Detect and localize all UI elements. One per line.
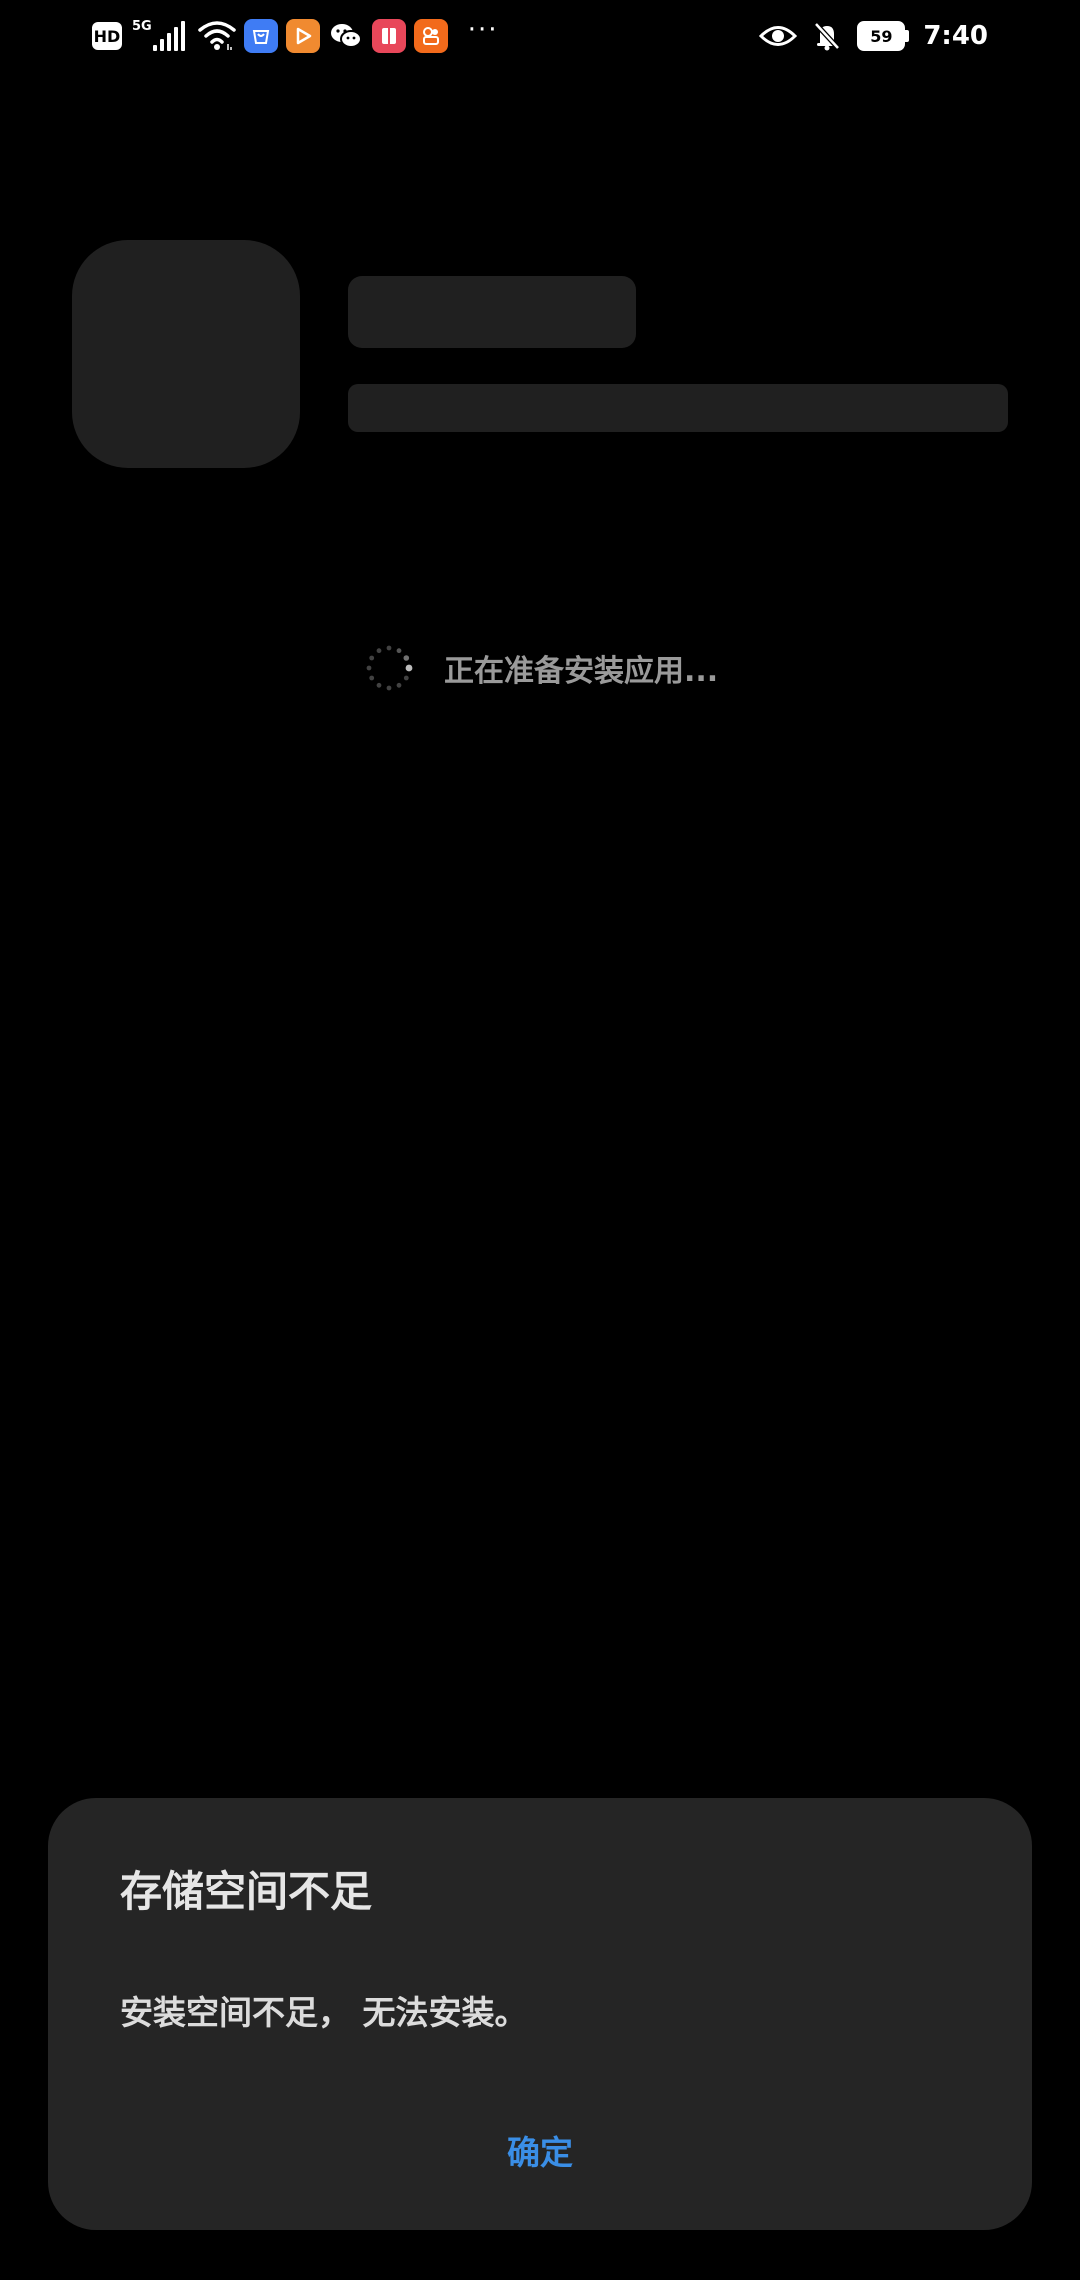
reader-app-icon xyxy=(371,19,406,53)
wechat-icon xyxy=(328,19,364,53)
network-type: 5G xyxy=(132,18,152,34)
dialog-title: 存储空间不足 xyxy=(120,1867,373,1916)
loading-text: 正在准备安装应用... xyxy=(444,654,719,689)
status-bar: HD 5G ··· 59 7:40 xyxy=(0,0,1080,72)
status-clock: 7:40 xyxy=(923,21,988,51)
dialog-message: 安装空间不足， 无法安装。 xyxy=(120,1993,528,2032)
battery-icon: 59 xyxy=(857,21,910,51)
status-bar-right: 59 7:40 xyxy=(759,14,988,58)
insufficient-storage-dialog: 存储空间不足 安装空间不足， 无法安装。 确定 xyxy=(48,1798,1032,2230)
app-name-placeholder xyxy=(348,276,636,348)
loading-spinner-icon xyxy=(366,645,413,691)
video-app-icon xyxy=(285,19,320,53)
app-info-placeholder xyxy=(348,384,1008,432)
hd-badge: HD xyxy=(92,22,122,50)
game-app-icon xyxy=(413,19,448,53)
wifi-icon xyxy=(197,21,236,50)
app-store-icon xyxy=(243,19,278,53)
bell-muted-icon xyxy=(814,22,841,51)
eye-icon xyxy=(759,26,798,46)
status-bar-left: HD 5G ··· xyxy=(92,14,499,58)
loading-row: 正在准备安装应用... xyxy=(364,640,718,696)
app-icon-placeholder xyxy=(72,240,300,468)
confirm-button[interactable]: 确定 xyxy=(440,2114,640,2186)
battery-level: 59 xyxy=(870,26,893,46)
signal-icon xyxy=(152,21,188,51)
more-notifications-icon: ··· xyxy=(467,15,499,45)
